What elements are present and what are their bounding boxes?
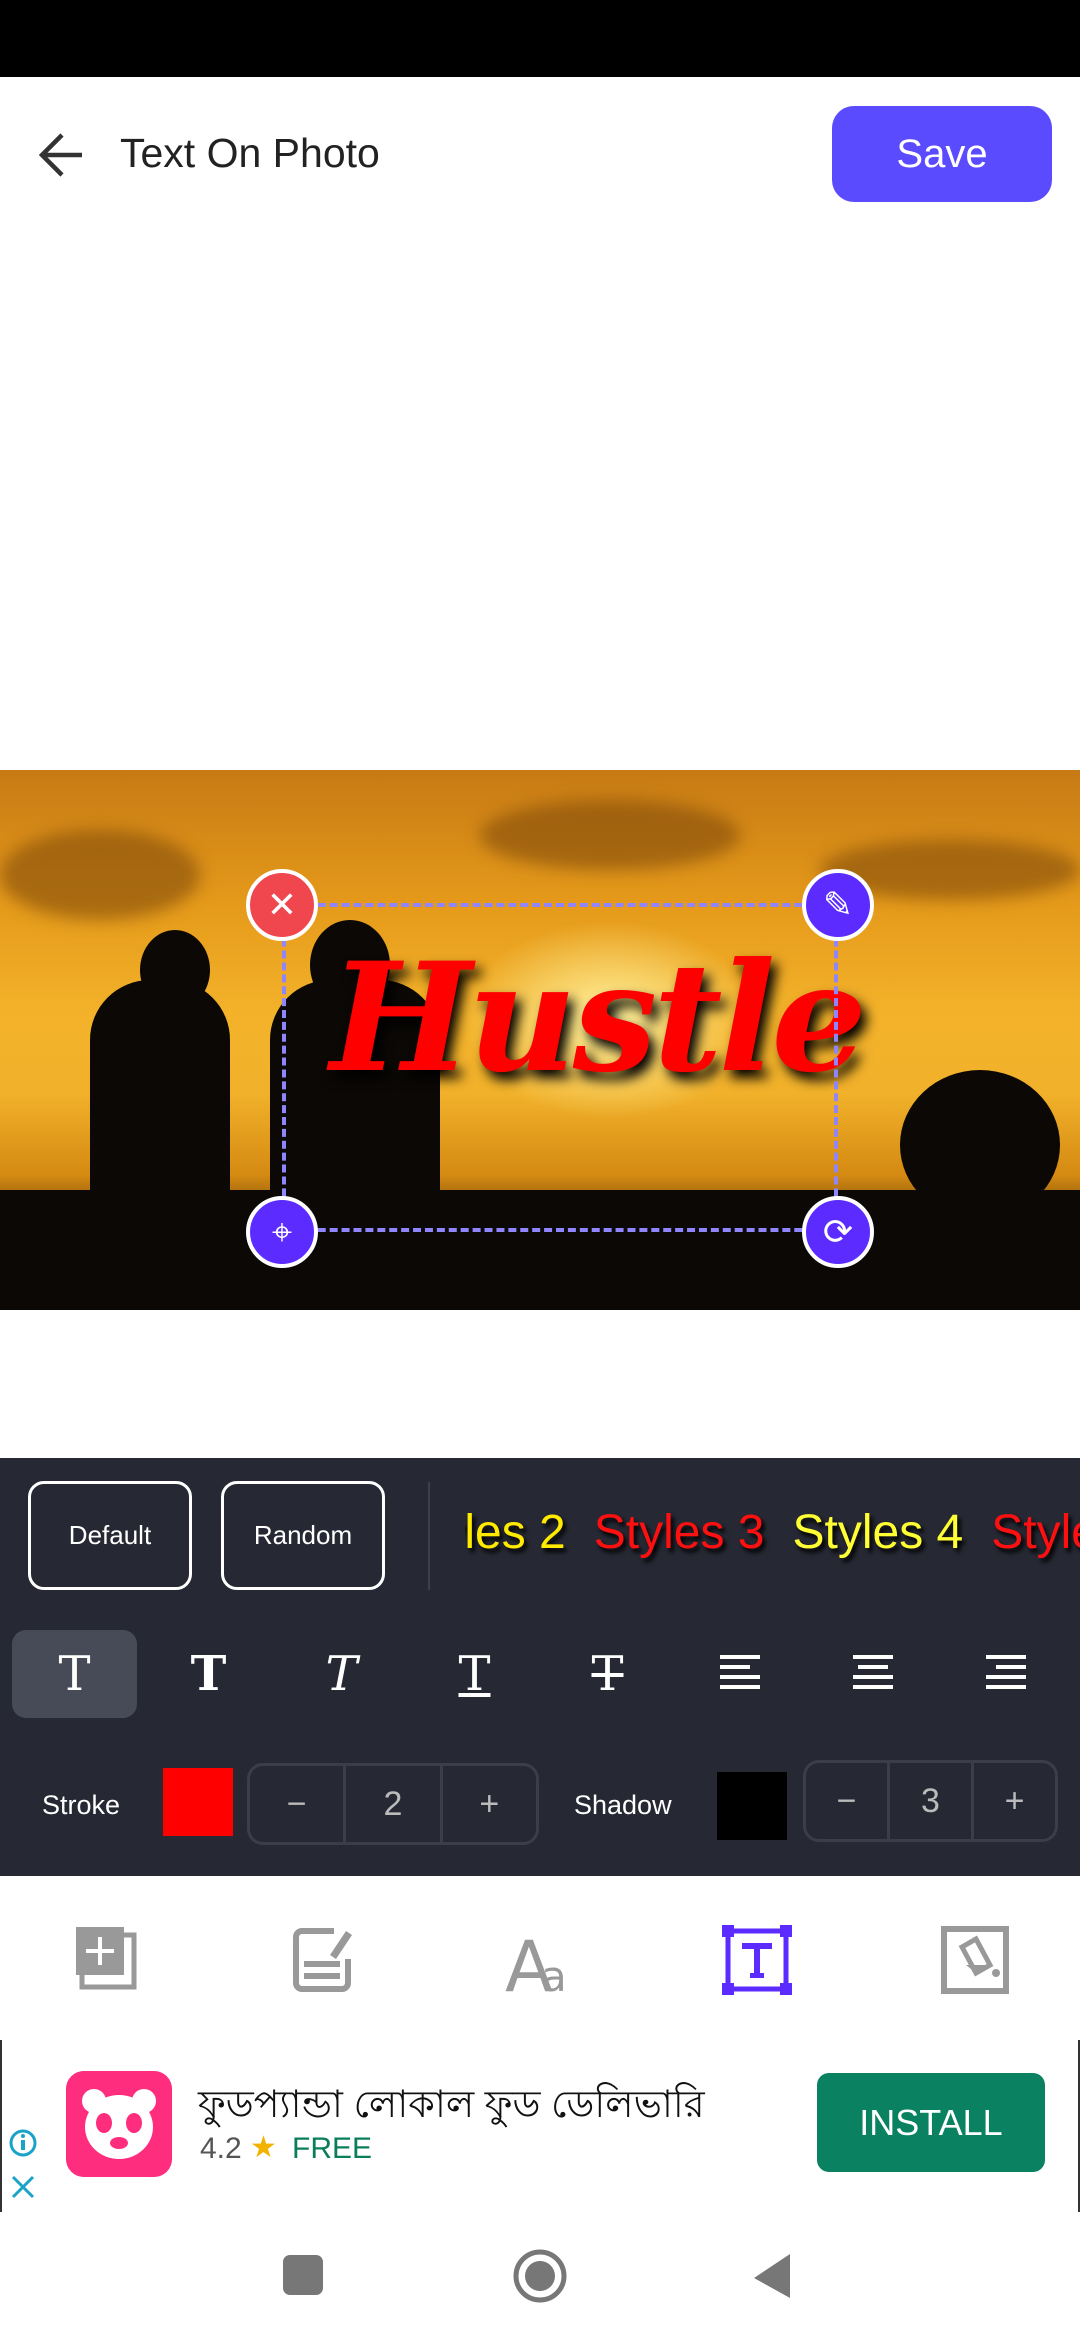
- ad-close-icon[interactable]: [10, 2174, 36, 2200]
- back-arrow-icon[interactable]: [34, 125, 88, 185]
- random-style-button[interactable]: Random: [221, 1481, 385, 1590]
- font-icon[interactable]: Aa: [505, 1925, 575, 1995]
- install-button[interactable]: INSTALL: [817, 2073, 1045, 2172]
- cloud: [480, 800, 740, 870]
- move-handle-crosshair-icon[interactable]: ⌖: [246, 1196, 318, 1268]
- ad-rating: 4.2: [200, 2132, 242, 2165]
- style-preset[interactable]: Styles 2: [465, 1506, 566, 1559]
- star-icon: ★: [250, 2131, 277, 2164]
- shadow-plus-button[interactable]: +: [971, 1763, 1055, 1839]
- recents-square-icon[interactable]: [283, 2255, 323, 2295]
- save-button[interactable]: Save: [832, 106, 1052, 202]
- delete-handle-close-icon[interactable]: ✕: [246, 869, 318, 941]
- ad-info-icon[interactable]: [8, 2128, 38, 2158]
- home-circle-icon[interactable]: [512, 2248, 568, 2304]
- status-bar: [0, 0, 1080, 77]
- style-presets-scroller[interactable]: Styles 2 Styles 3 Styles 4 Styles 5: [465, 1505, 1080, 1575]
- stroke-stepper[interactable]: − 2 +: [247, 1763, 539, 1845]
- format-underline-icon[interactable]: T: [412, 1630, 537, 1718]
- stroke-plus-button[interactable]: +: [439, 1766, 536, 1842]
- background-fill-icon[interactable]: [940, 1925, 1010, 1995]
- style-preset[interactable]: Styles 4: [793, 1506, 964, 1559]
- shadow-value: 3: [887, 1763, 971, 1839]
- divider: [428, 1482, 430, 1590]
- format-italic-icon[interactable]: T: [279, 1630, 404, 1718]
- format-normal-icon[interactable]: T: [12, 1630, 137, 1718]
- stroke-color-swatch[interactable]: [163, 1768, 233, 1836]
- shadow-minus-button[interactable]: −: [806, 1763, 887, 1839]
- back-triangle-icon[interactable]: [752, 2252, 792, 2300]
- stroke-minus-button[interactable]: −: [250, 1766, 343, 1842]
- foodpanda-app-icon[interactable]: [66, 2071, 172, 2177]
- default-style-button[interactable]: Default: [28, 1481, 192, 1590]
- add-layer-icon[interactable]: [72, 1925, 142, 1995]
- page-title: Text On Photo: [120, 130, 380, 176]
- format-bold-icon[interactable]: T: [146, 1630, 271, 1718]
- svg-text:a: a: [541, 1952, 567, 1995]
- person-head: [140, 930, 210, 1010]
- cloud: [0, 830, 200, 920]
- align-right-icon[interactable]: [986, 1655, 1026, 1689]
- text-format-icon[interactable]: [722, 1925, 792, 1995]
- style-preset[interactable]: Styles 3: [594, 1506, 765, 1559]
- shadow-color-swatch[interactable]: [717, 1772, 787, 1840]
- ad-price: FREE: [292, 2132, 373, 2165]
- stroke-value: 2: [343, 1766, 439, 1842]
- format-strikethrough-icon[interactable]: T: [545, 1630, 670, 1718]
- shadow-label: Shadow: [574, 1790, 672, 1820]
- align-center-icon[interactable]: [853, 1655, 893, 1689]
- edit-text-icon[interactable]: [290, 1925, 360, 1995]
- edit-handle-pencil-icon[interactable]: ✎: [802, 869, 874, 941]
- selection-box[interactable]: [282, 903, 838, 1232]
- rotate-handle-icon[interactable]: ⟳: [802, 1196, 874, 1268]
- align-left-icon[interactable]: [720, 1655, 760, 1689]
- person-silhouette: [90, 980, 230, 1240]
- stroke-label: Stroke: [42, 1790, 121, 1820]
- shadow-stepper[interactable]: − 3 +: [803, 1760, 1058, 1842]
- tree-silhouette: [900, 1070, 1060, 1220]
- style-preset[interactable]: Styles 5: [991, 1506, 1080, 1559]
